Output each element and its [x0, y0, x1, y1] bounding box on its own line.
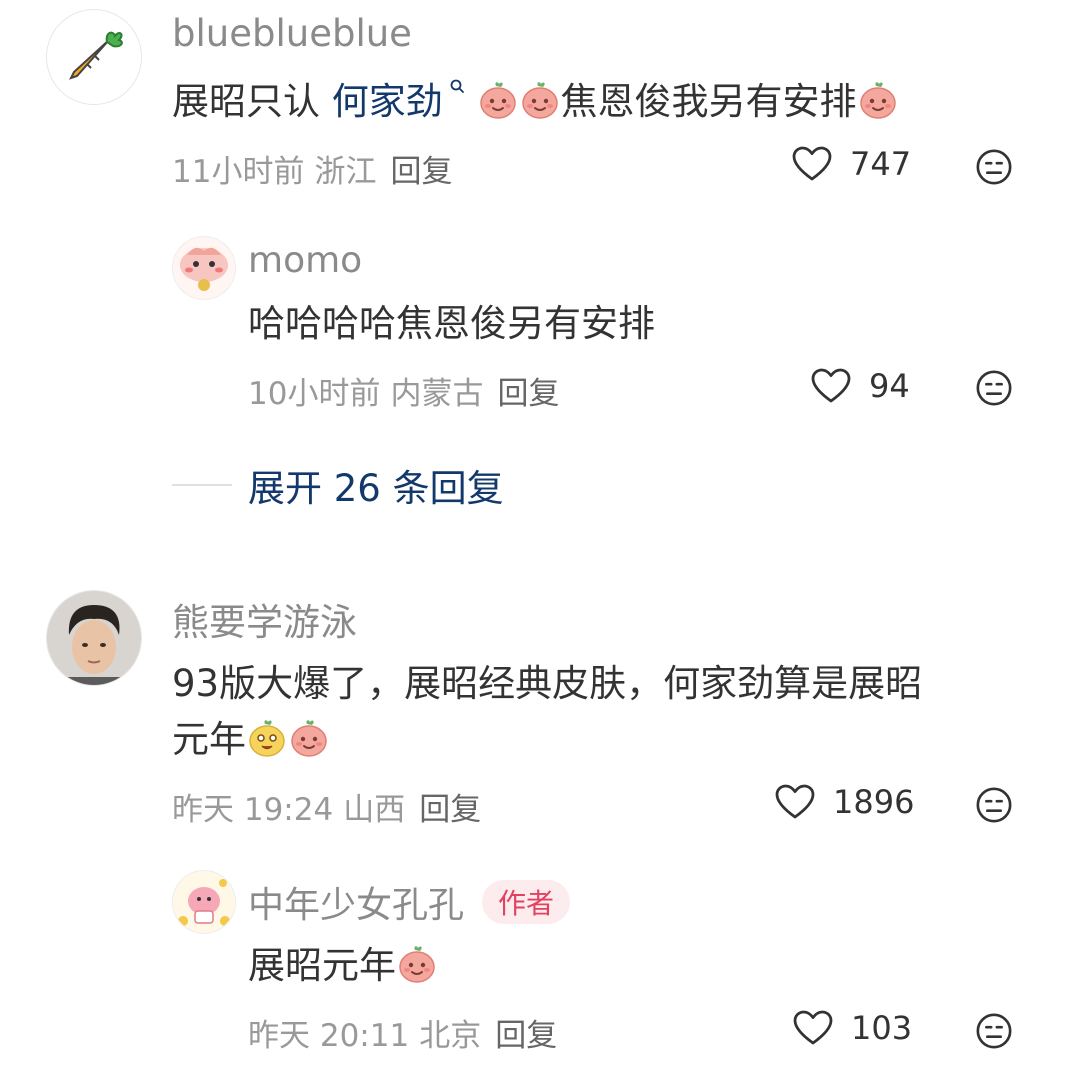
- username[interactable]: blueblueblue: [172, 12, 412, 55]
- heart-outline-icon: [811, 368, 851, 404]
- portrait-avatar-icon: [47, 591, 141, 685]
- like-button[interactable]: 94: [811, 367, 910, 405]
- author-badge: 作者: [482, 880, 571, 924]
- like-button[interactable]: 747: [792, 145, 911, 183]
- region: 山西: [343, 792, 406, 828]
- heart-outline-icon: [793, 1010, 833, 1046]
- cartoon-avatar-icon: [173, 237, 235, 299]
- reply-text: 展昭元年: [248, 938, 438, 994]
- like-count: 1896: [833, 783, 915, 821]
- region: 北京: [419, 1018, 482, 1054]
- heart-outline-icon: [792, 146, 832, 182]
- like-button[interactable]: 1896: [775, 783, 914, 821]
- comment-text-line: 93版大爆了，展昭经典皮肤，何家劲算是展昭: [172, 662, 923, 705]
- mention-link[interactable]: 何家劲: [331, 79, 465, 123]
- comment-meta: 昨天 19:24 山西 回复: [172, 784, 481, 829]
- text-segment: 焦恩俊我另有安排: [560, 80, 857, 123]
- username[interactable]: 熊要学游泳: [172, 592, 357, 646]
- peach-emoji-icon: [478, 80, 518, 120]
- reply-button[interactable]: 回复: [495, 1018, 557, 1054]
- comment-meta: 11小时前 浙江 回复: [172, 146, 452, 191]
- neutral-face-icon[interactable]: [975, 786, 1013, 824]
- username-label[interactable]: 中年少女孔孔: [248, 885, 464, 926]
- reply-button[interactable]: 回复: [419, 792, 481, 828]
- peach-emoji-icon: [858, 80, 898, 120]
- like-count: 747: [850, 145, 912, 183]
- timestamp: 昨天 19:24: [172, 792, 334, 828]
- reply-meta: 10小时前 内蒙古 回复: [248, 368, 559, 413]
- like-count: 94: [869, 367, 910, 405]
- reply-button[interactable]: 回复: [390, 154, 452, 190]
- reply-button[interactable]: 回复: [497, 376, 559, 412]
- peach-emoji-icon: [520, 80, 560, 120]
- cartoon-avatar-icon: [173, 871, 235, 933]
- comment-text: 93版大爆了，展昭经典皮肤，何家劲算是展昭 元年: [172, 656, 922, 768]
- username[interactable]: momo: [248, 240, 362, 281]
- timestamp: 10小时前: [248, 376, 381, 412]
- timestamp: 昨天 20:11: [248, 1018, 410, 1054]
- neutral-face-icon[interactable]: [975, 148, 1013, 186]
- peach-emoji-icon: [397, 944, 437, 984]
- like-count: 103: [851, 1009, 913, 1047]
- carrot-icon: [47, 10, 141, 104]
- timestamp: 11小时前: [172, 154, 305, 190]
- yellow-face-emoji-icon: [247, 718, 287, 758]
- avatar[interactable]: [172, 870, 236, 934]
- neutral-face-icon[interactable]: [975, 1012, 1013, 1050]
- divider: [172, 484, 232, 486]
- text-segment: 展昭元年: [248, 944, 396, 987]
- reply-meta: 昨天 20:11 北京 回复: [248, 1010, 557, 1055]
- avatar[interactable]: [46, 9, 142, 105]
- reply-text: 哈哈哈哈焦恩俊另有安排: [248, 302, 655, 345]
- peach-emoji-icon: [289, 718, 329, 758]
- avatar[interactable]: [172, 236, 236, 300]
- heart-outline-icon: [775, 784, 815, 820]
- comment-text-line: 元年: [172, 712, 922, 768]
- search-icon: [450, 79, 464, 93]
- expand-replies-button[interactable]: 展开 26 条回复: [172, 458, 504, 512]
- neutral-face-icon[interactable]: [975, 369, 1013, 407]
- text-segment: 展昭只认: [172, 80, 332, 123]
- avatar[interactable]: [46, 590, 142, 686]
- expand-replies-label: 展开 26 条回复: [248, 467, 504, 510]
- username: 中年少女孔孔 作者: [248, 876, 571, 928]
- comment-text: 展昭只认 何家劲 焦恩俊我另有安排: [172, 74, 899, 130]
- region: 浙江: [314, 154, 377, 190]
- mention-label: 何家劲: [331, 80, 443, 123]
- text-segment: 元年: [172, 718, 246, 761]
- region: 内蒙古: [390, 376, 484, 412]
- like-button[interactable]: 103: [793, 1009, 912, 1047]
